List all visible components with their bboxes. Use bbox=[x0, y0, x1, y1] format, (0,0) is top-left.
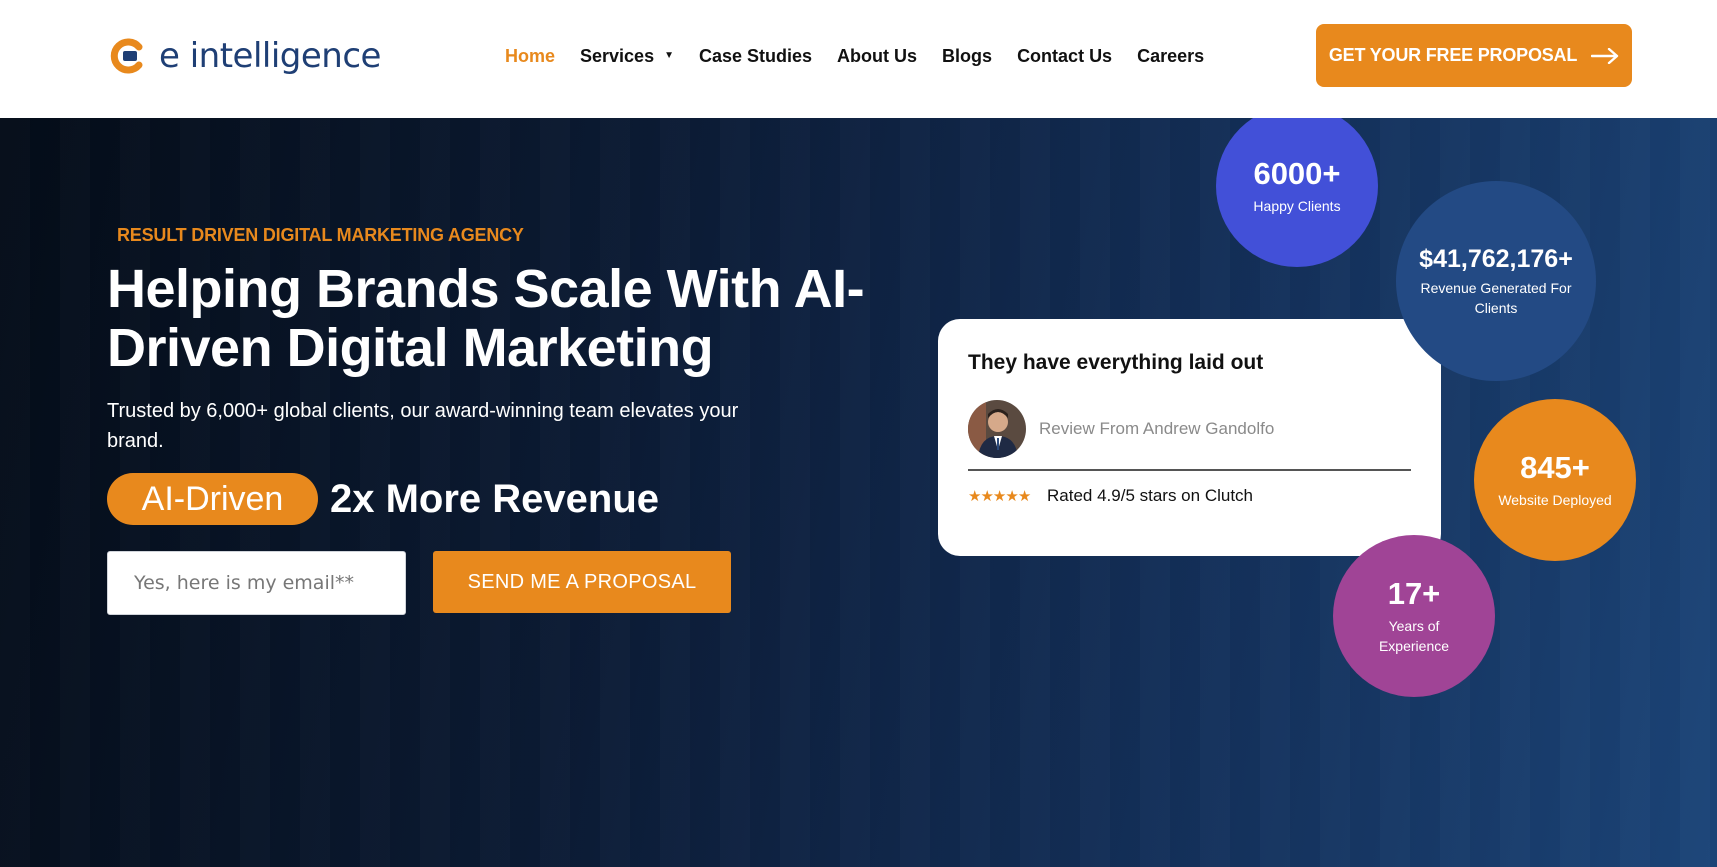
reviewer-avatar bbox=[968, 400, 1026, 458]
ai-driven-pill: AI-Driven bbox=[107, 473, 318, 525]
get-free-proposal-label: GET YOUR FREE PROPOSAL bbox=[1328, 45, 1578, 65]
arrow-right-icon bbox=[1591, 47, 1619, 64]
stat-revenue-generated: $41,762,176+ Revenue Generated For Clien… bbox=[1396, 181, 1596, 381]
hero-section: RESULT DRIVEN DIGITAL MARKETING AGENCY H… bbox=[0, 118, 1717, 867]
review-divider bbox=[968, 469, 1411, 471]
star-icon: ★ bbox=[1017, 488, 1031, 505]
rating-stars: ★ ★ ★ ★ ★ bbox=[968, 488, 1031, 506]
rating-text: Rated 4.9/5 stars on Clutch bbox=[1047, 486, 1254, 505]
hero-headline: Helping Brands Scale With AI-Driven Digi… bbox=[107, 259, 865, 378]
brand-logo[interactable]: e intelligence bbox=[107, 34, 381, 78]
stat-websites-deployed: 845+ Website Deployed bbox=[1474, 399, 1636, 561]
stat-label: Website Deployed bbox=[1498, 492, 1612, 508]
hero-subhead: Trusted by 6,000+ global clients, our aw… bbox=[107, 400, 739, 452]
nav-item-contact-us[interactable]: Contact Us bbox=[1017, 44, 1112, 68]
stat-value: 17+ bbox=[1387, 576, 1441, 611]
nav-item-case-studies[interactable]: Case Studies bbox=[699, 44, 812, 68]
brand-name: e intelligence bbox=[159, 36, 381, 76]
logo-mark-icon bbox=[107, 36, 147, 76]
review-card: They have everything laid out Review Fro… bbox=[938, 319, 1441, 556]
stat-label: Years of Experience bbox=[1378, 618, 1450, 654]
stat-value: 845+ bbox=[1520, 450, 1590, 485]
stat-label: Happy Clients bbox=[1253, 198, 1341, 214]
site-header: e intelligence Home Services ▼ Case Stud… bbox=[0, 0, 1717, 118]
star-icon: ★ bbox=[992, 488, 1006, 505]
star-icon: ★ bbox=[1005, 488, 1018, 505]
nav-item-blogs[interactable]: Blogs bbox=[942, 44, 992, 68]
nav-item-services-label: Services bbox=[580, 46, 655, 66]
nav-item-services[interactable]: Services ▼ bbox=[580, 44, 674, 68]
star-icon: ★ bbox=[980, 488, 993, 505]
main-nav: Home Services ▼ Case Studies About Us Bl… bbox=[505, 44, 1229, 68]
get-free-proposal-button[interactable]: GET YOUR FREE PROPOSAL bbox=[1316, 24, 1632, 87]
nav-item-about-us[interactable]: About Us bbox=[837, 44, 917, 68]
reviewer-name: Review From Andrew Gandolfo bbox=[1039, 419, 1275, 438]
email-input[interactable] bbox=[107, 551, 406, 615]
star-icon: ★ bbox=[968, 488, 981, 505]
send-proposal-button[interactable]: SEND ME A PROPOSAL bbox=[433, 551, 731, 613]
stat-value: $41,762,176+ bbox=[1419, 245, 1573, 273]
nav-item-home[interactable]: Home bbox=[505, 44, 555, 68]
stat-years-experience: 17+ Years of Experience bbox=[1333, 535, 1495, 697]
stat-value: 6000+ bbox=[1253, 156, 1341, 191]
caret-down-icon: ▼ bbox=[664, 50, 674, 61]
revenue-tagline: 2x More Revenue bbox=[330, 477, 660, 521]
stat-label: Revenue Generated For Clients bbox=[1420, 280, 1572, 316]
hero-eyebrow: RESULT DRIVEN DIGITAL MARKETING AGENCY bbox=[117, 225, 524, 245]
review-title: They have everything laid out bbox=[968, 351, 1264, 374]
nav-item-careers[interactable]: Careers bbox=[1137, 44, 1204, 68]
